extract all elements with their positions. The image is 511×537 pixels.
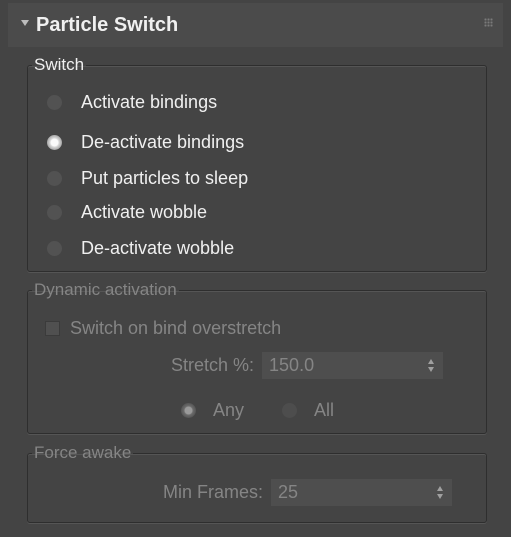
radio-deactivate-wobble[interactable]: De-activate wobble bbox=[47, 233, 234, 263]
stretch-value[interactable]: 150.0 bbox=[269, 355, 314, 376]
checkbox-icon[interactable] bbox=[45, 320, 60, 336]
min-frames-value[interactable]: 25 bbox=[278, 482, 298, 503]
rollout-header[interactable]: Particle Switch bbox=[8, 3, 503, 47]
radio-label: De-activate bindings bbox=[81, 131, 245, 152]
triangle-down-icon[interactable] bbox=[21, 20, 29, 26]
radio-all[interactable]: All bbox=[282, 395, 334, 425]
min-frames-label: Min Frames: bbox=[163, 482, 264, 502]
radio-button-icon[interactable] bbox=[47, 240, 62, 256]
radio-button-icon[interactable] bbox=[282, 402, 297, 418]
radio-any[interactable]: Any bbox=[181, 395, 244, 425]
overstretch-checkbox-label: Switch on bind overstretch bbox=[70, 317, 282, 338]
radio-label: De-activate wobble bbox=[81, 237, 235, 258]
radio-label: Activate wobble bbox=[81, 201, 208, 222]
arrow-down-icon[interactable] bbox=[437, 494, 444, 499]
dynamic-activation-title: Dynamic activation bbox=[34, 280, 177, 299]
spinner-arrows-icon[interactable] bbox=[437, 486, 444, 499]
min-frames-spinner[interactable]: 25 bbox=[271, 479, 453, 506]
radio-all-label: All bbox=[314, 399, 335, 420]
radio-button-checked-icon[interactable] bbox=[181, 402, 196, 418]
switch-group-title: Switch bbox=[34, 55, 85, 74]
overstretch-checkbox-row[interactable]: Switch on bind overstretch bbox=[45, 316, 281, 340]
radio-button-icon[interactable] bbox=[47, 94, 62, 110]
radio-button-icon[interactable] bbox=[47, 170, 62, 186]
drag-grip-icon[interactable] bbox=[484, 18, 493, 27]
radio-put-particles-to-sleep[interactable]: Put particles to sleep bbox=[47, 163, 248, 193]
radio-button-icon[interactable] bbox=[47, 204, 62, 220]
force-awake-title: Force awake bbox=[34, 443, 132, 462]
stretch-spinner[interactable]: 150.0 bbox=[262, 352, 444, 379]
radio-any-label: Any bbox=[213, 399, 245, 420]
radio-button-checked-icon[interactable] bbox=[47, 134, 62, 150]
stretch-label: Stretch %: bbox=[171, 355, 255, 375]
radio-label: Put particles to sleep bbox=[81, 167, 249, 188]
arrow-up-icon[interactable] bbox=[428, 359, 435, 364]
arrow-up-icon[interactable] bbox=[437, 486, 444, 491]
spinner-arrows-icon[interactable] bbox=[428, 359, 435, 372]
radio-deactivate-bindings[interactable]: De-activate bindings bbox=[47, 127, 244, 157]
arrow-down-icon[interactable] bbox=[428, 367, 435, 372]
rollout-title: Particle Switch bbox=[36, 14, 179, 36]
radio-activate-wobble[interactable]: Activate wobble bbox=[47, 197, 207, 227]
radio-activate-bindings[interactable]: Activate bindings bbox=[47, 87, 217, 117]
min-frames-spinner-row: Min Frames: 25 bbox=[163, 479, 453, 506]
stretch-spinner-row: Stretch %: 150.0 bbox=[171, 352, 444, 379]
radio-label: Activate bindings bbox=[81, 91, 218, 112]
